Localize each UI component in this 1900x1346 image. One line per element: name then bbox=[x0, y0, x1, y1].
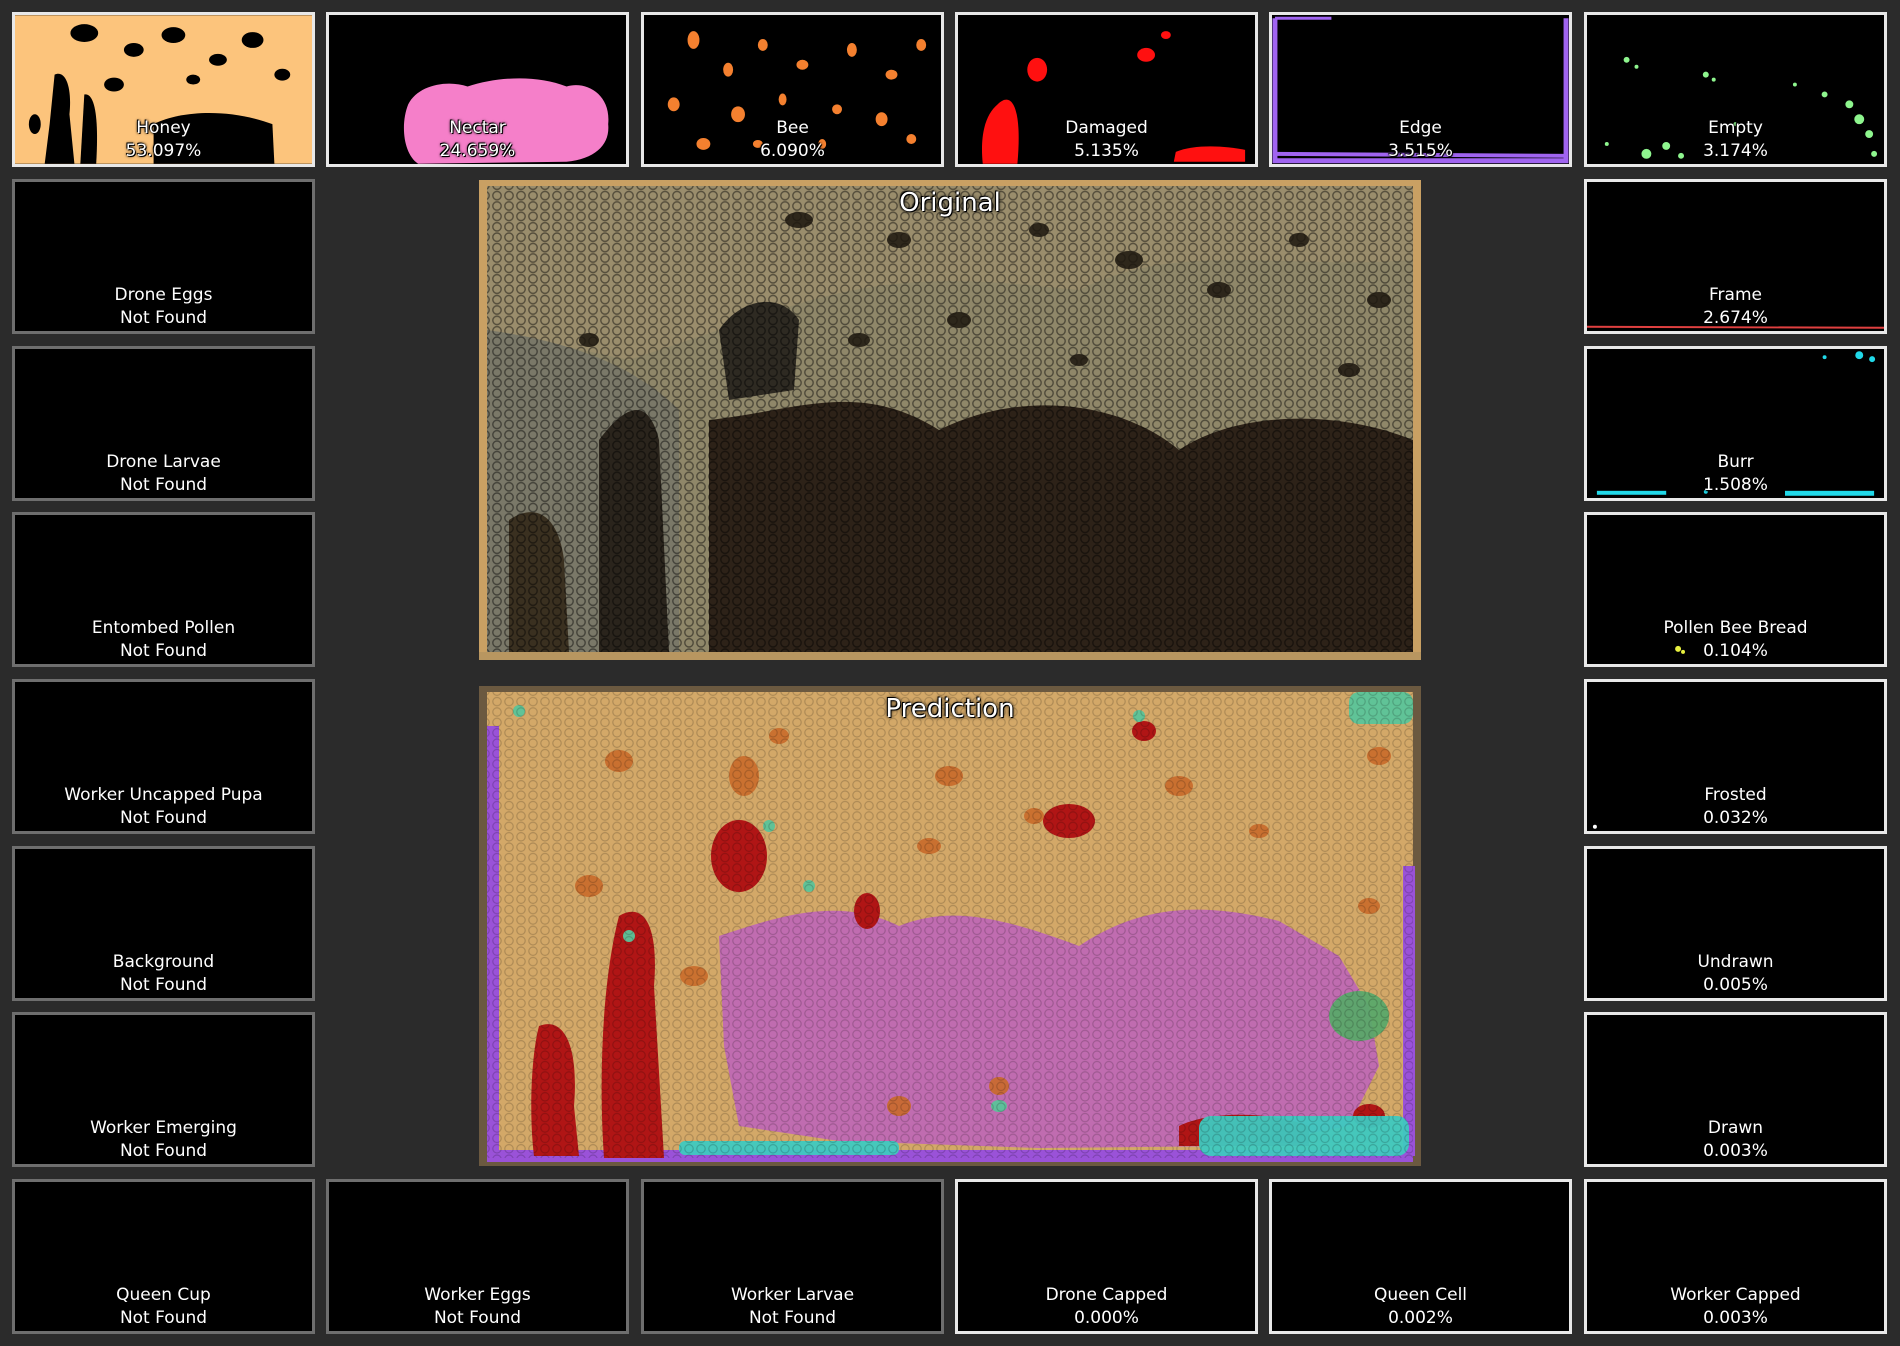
mask-tile-frame: Frame 2.674% bbox=[1584, 179, 1887, 334]
tile-label: Edge 3.515% bbox=[1388, 118, 1453, 161]
mask-tile-worker-uncapped-pupa: Worker Uncapped Pupa Not Found bbox=[12, 679, 315, 834]
prediction-overlay-image bbox=[479, 686, 1421, 1166]
mask-tile-drone-larvae: Drone Larvae Not Found bbox=[12, 346, 315, 501]
tile-label: Drawn 0.003% bbox=[1703, 1118, 1768, 1161]
tile-label: Bee 6.090% bbox=[760, 118, 825, 161]
mask-tile-drone-capped: Drone Capped 0.000% bbox=[955, 1179, 1258, 1334]
tile-label: Drone Eggs Not Found bbox=[114, 285, 213, 328]
mask-tile-worker-capped: Worker Capped 0.003% bbox=[1584, 1179, 1887, 1334]
mask-tile-bee: Bee 6.090% bbox=[641, 12, 944, 167]
mask-tile-frosted: Frosted 0.032% bbox=[1584, 679, 1887, 834]
tile-label: Background Not Found bbox=[112, 952, 215, 995]
mask-tile-damaged: Damaged 5.135% bbox=[955, 12, 1258, 167]
tile-label: Nectar 24.659% bbox=[439, 118, 516, 161]
tile-label: Frosted 0.032% bbox=[1703, 785, 1768, 828]
mask-tile-empty: Empty 3.174% bbox=[1584, 12, 1887, 167]
tile-label: Drone Capped 0.000% bbox=[1045, 1285, 1168, 1328]
mask-tile-queen-cup: Queen Cup Not Found bbox=[12, 1179, 315, 1334]
mask-tile-drawn: Drawn 0.003% bbox=[1584, 1012, 1887, 1167]
tile-label: Damaged 5.135% bbox=[1065, 118, 1148, 161]
mask-tile-honey: Honey 53.097% bbox=[12, 12, 315, 167]
tile-label: Frame 2.674% bbox=[1703, 285, 1768, 328]
mask-tile-nectar: Nectar 24.659% bbox=[326, 12, 629, 167]
mask-tile-edge: Edge 3.515% bbox=[1269, 12, 1572, 167]
tile-label: Worker Capped 0.003% bbox=[1670, 1285, 1801, 1328]
mask-tile-worker-larvae: Worker Larvae Not Found bbox=[641, 1179, 944, 1334]
tile-label: Entombed Pollen Not Found bbox=[91, 618, 236, 661]
tile-label: Queen Cup Not Found bbox=[116, 1285, 211, 1328]
tile-label: Pollen Bee Bread 0.104% bbox=[1663, 618, 1808, 661]
mask-tile-undrawn: Undrawn 0.005% bbox=[1584, 846, 1887, 1001]
original-title: Original bbox=[899, 188, 1001, 218]
mask-tile-background: Background Not Found bbox=[12, 846, 315, 1001]
tile-label: Undrawn 0.005% bbox=[1697, 952, 1774, 995]
tile-label: Worker Uncapped Pupa Not Found bbox=[64, 785, 263, 828]
tile-label: Honey 53.097% bbox=[125, 118, 202, 161]
prediction-title: Prediction bbox=[885, 694, 1015, 724]
mask-tile-queen-cell: Queen Cell 0.002% bbox=[1269, 1179, 1572, 1334]
original-image-panel: Original bbox=[479, 180, 1421, 660]
mask-tile-worker-emerging: Worker Emerging Not Found bbox=[12, 1012, 315, 1167]
tile-label: Worker Larvae Not Found bbox=[730, 1285, 855, 1328]
tile-label: Empty 3.174% bbox=[1703, 118, 1768, 161]
tile-label: Burr 1.508% bbox=[1703, 452, 1768, 495]
mask-tile-worker-eggs: Worker Eggs Not Found bbox=[326, 1179, 629, 1334]
mask-tile-drone-eggs: Drone Eggs Not Found bbox=[12, 179, 315, 334]
tile-label: Worker Emerging Not Found bbox=[90, 1118, 237, 1161]
mask-tile-pollen-bee-bread: Pollen Bee Bread 0.104% bbox=[1584, 512, 1887, 667]
mask-tile-entombed-pollen: Entombed Pollen Not Found bbox=[12, 512, 315, 667]
original-frame-image bbox=[479, 180, 1421, 660]
tile-label: Drone Larvae Not Found bbox=[106, 452, 221, 495]
tile-label: Worker Eggs Not Found bbox=[424, 1285, 531, 1328]
prediction-image-panel: Prediction bbox=[479, 686, 1421, 1166]
tile-label: Queen Cell 0.002% bbox=[1373, 1285, 1468, 1328]
mask-tile-burr: Burr 1.508% bbox=[1584, 346, 1887, 501]
